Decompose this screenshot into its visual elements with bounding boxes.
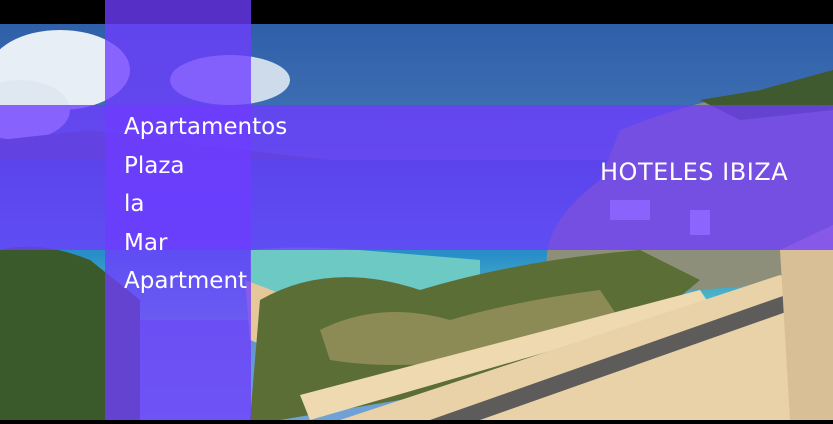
hotel-name-line: Mar xyxy=(124,229,168,256)
hotel-name-line: Apartamentos xyxy=(124,114,288,140)
hotel-name-line: Apartment xyxy=(124,268,248,294)
category-label[interactable]: HOTELES IBIZA xyxy=(600,158,788,186)
hotel-name-line: la xyxy=(124,191,145,217)
hotel-name-line: Plaza xyxy=(124,152,185,179)
hotel-name[interactable]: Apartamentos Plaza la Mar Apartment xyxy=(124,108,324,301)
